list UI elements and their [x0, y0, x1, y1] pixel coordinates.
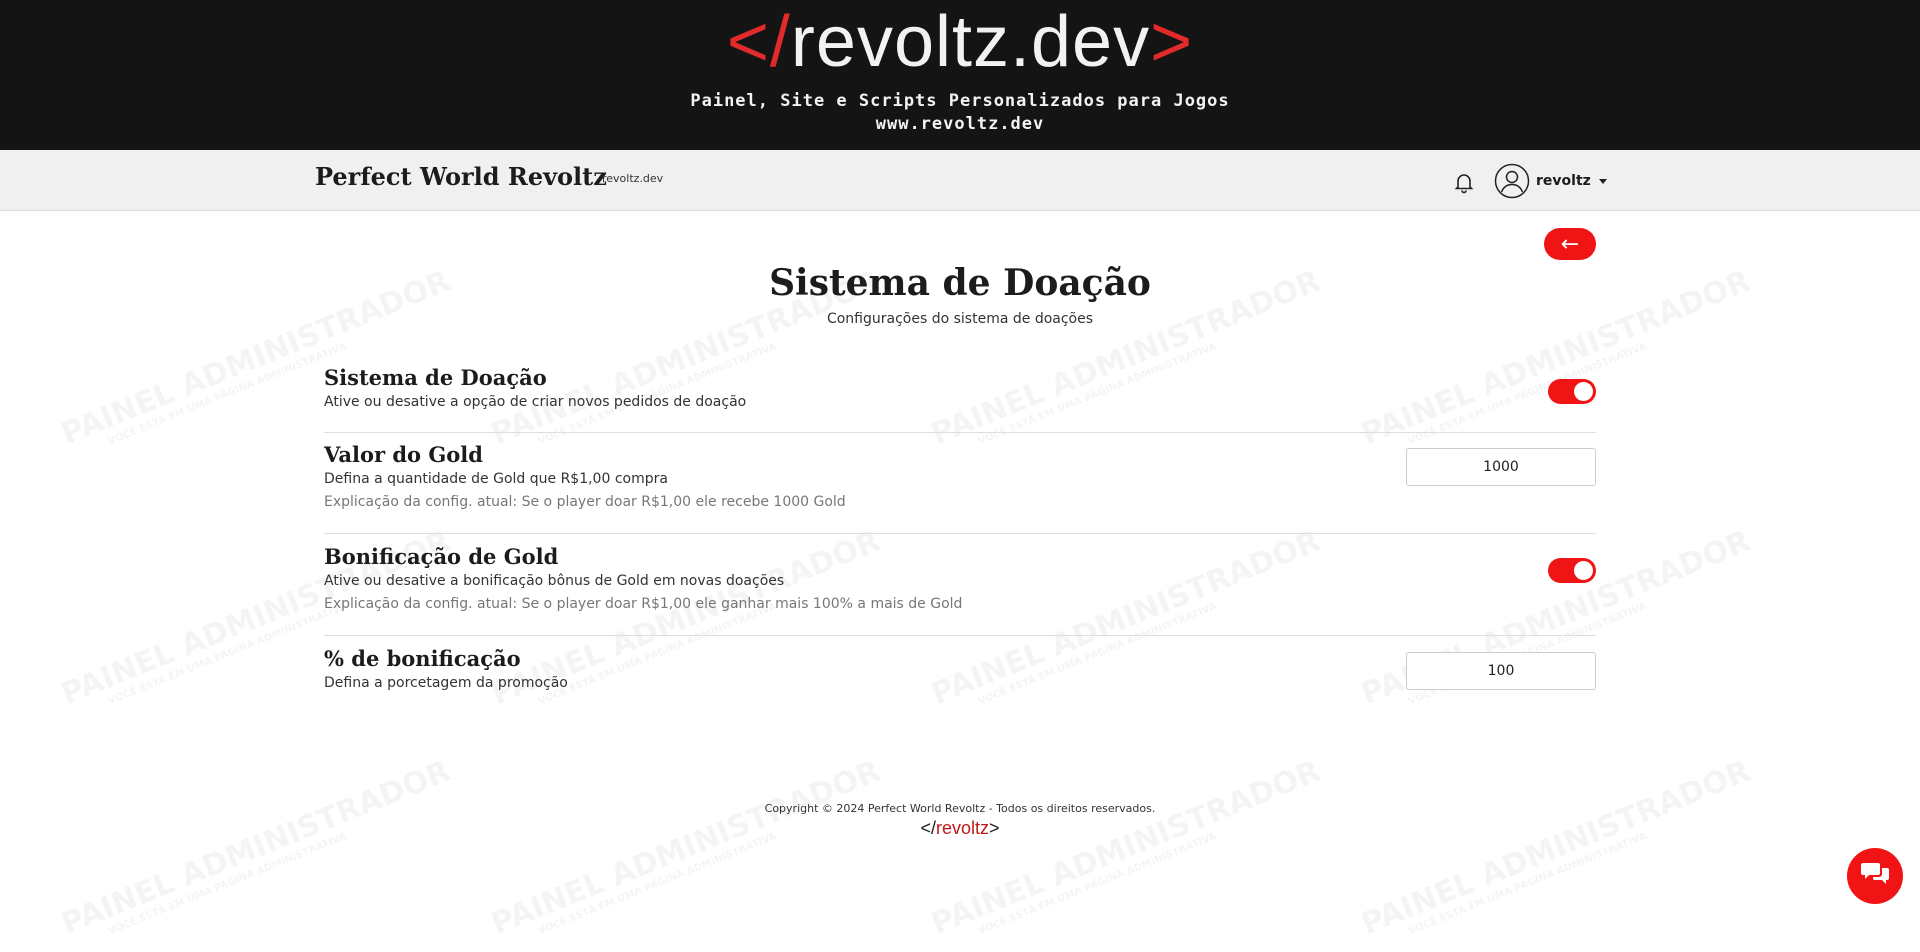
bonus-percent-input[interactable]: [1406, 652, 1596, 690]
footer-copyright: Copyright © 2024 Perfect World Revoltz -…: [764, 802, 1156, 815]
footer-logo-text: revoltz: [935, 818, 989, 838]
banner-logo: </revoltz.dev >: [0, 2, 1920, 82]
footer-logo-close: >: [989, 818, 1000, 838]
setting-explanation: Explicação da config. atual: Se o player…: [324, 494, 846, 510]
page-subtitle: Configurações do sistema de doações: [826, 311, 1094, 327]
gold-bonus-toggle[interactable]: [1548, 558, 1596, 583]
user-menu-dropdown[interactable]: revoltz: [1494, 162, 1607, 200]
logo-open-bracket: </: [726, 2, 791, 82]
setting-explanation: Explicação da config. atual: Se o player…: [324, 596, 963, 612]
toggle-knob: [1574, 561, 1593, 580]
setting-gold-bonus: Bonificação de Gold Ative ou desative a …: [324, 544, 1596, 612]
divider: [324, 635, 1596, 636]
setting-title: Sistema de Doação: [324, 365, 547, 390]
footer-logo-open: </: [920, 818, 936, 838]
brand-subtext: revoltz.dev: [602, 172, 664, 185]
user-circle-icon: [1494, 163, 1530, 199]
divider: [324, 533, 1596, 534]
toggle-knob: [1574, 382, 1593, 401]
setting-description: Ative ou desative a opção de criar novos…: [324, 394, 747, 410]
logo-text: revoltz.dev: [790, 2, 1151, 82]
divider: [324, 432, 1596, 433]
navbar: Perfect World Revoltz revoltz.dev revolt…: [0, 150, 1920, 211]
setting-title: Bonificação de Gold: [324, 544, 559, 569]
back-button[interactable]: ←: [1544, 228, 1596, 260]
donation-system-toggle[interactable]: [1548, 379, 1596, 404]
chat-button[interactable]: [1847, 848, 1903, 904]
chat-bubbles-icon: [1860, 861, 1890, 891]
header-banner: </revoltz.dev > Painel, Site e Scripts Pe…: [0, 0, 1920, 150]
bell-icon[interactable]: [1452, 170, 1476, 194]
watermark: PAINEL ADMINISTRADORVOCÊ ESTÁ EM UMA PÁG…: [487, 754, 890, 952]
setting-donation-system: Sistema de Doação Ative ou desative a op…: [324, 365, 1596, 410]
page-title: Sistema de Doação: [769, 262, 1151, 304]
setting-description: Ative ou desative a bonificação bônus de…: [324, 573, 785, 589]
gold-value-input[interactable]: [1406, 448, 1596, 486]
watermark: PAINEL ADMINISTRADORVOCÊ ESTÁ EM UMA PÁG…: [57, 754, 460, 952]
banner-tagline: Painel, Site e Scripts Personalizados pa…: [690, 91, 1230, 111]
watermark: PAINEL ADMINISTRADORVOCÊ ESTÁ EM UMA PÁG…: [1357, 754, 1760, 952]
chevron-down-icon: [1598, 178, 1607, 184]
banner-tagline-block: Painel, Site e Scripts Personalizados pa…: [0, 90, 1920, 136]
watermark: PAINEL ADMINISTRADORVOCÊ ESTÁ EM UMA PÁG…: [927, 754, 1330, 952]
banner-url: www.revoltz.dev: [875, 114, 1045, 134]
username-label: revoltz: [1536, 173, 1591, 189]
logo-close-bracket: >: [1150, 2, 1194, 82]
footer-logo[interactable]: </revoltz>: [0, 818, 1920, 839]
brand-link[interactable]: Perfect World Revoltz: [315, 162, 607, 191]
